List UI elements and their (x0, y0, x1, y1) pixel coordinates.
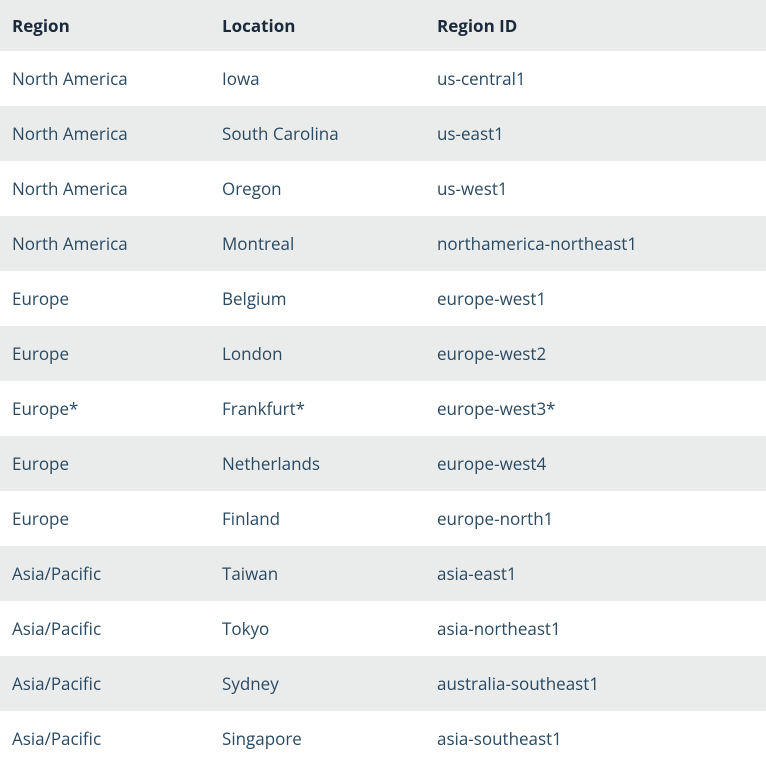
table-row: North AmericaMontrealnorthamerica-northe… (0, 216, 766, 271)
cell-location: Iowa (210, 51, 425, 106)
cell-regionid: us-east1 (425, 106, 766, 161)
cell-location: Montreal (210, 216, 425, 271)
cell-region: Europe* (0, 381, 210, 436)
table-row: EuropeNetherlandseurope-west4 (0, 436, 766, 491)
cell-regionid: europe-north1 (425, 491, 766, 546)
cell-location: Tokyo (210, 601, 425, 656)
table-row: Asia/PacificSydneyaustralia-southeast1 (0, 656, 766, 711)
cell-regionid: northamerica-northeast1 (425, 216, 766, 271)
cell-region: Europe (0, 491, 210, 546)
cell-region: North America (0, 106, 210, 161)
table-row: Europe*Frankfurt*europe-west3* (0, 381, 766, 436)
cell-region: Europe (0, 326, 210, 381)
table-row: North AmericaOregonus-west1 (0, 161, 766, 216)
table-header-row: Region Location Region ID (0, 0, 766, 51)
table-row: North AmericaSouth Carolinaus-east1 (0, 106, 766, 161)
cell-regionid: us-west1 (425, 161, 766, 216)
cell-location: Belgium (210, 271, 425, 326)
cell-region: Asia/Pacific (0, 546, 210, 601)
table-row: North AmericaIowaus-central1 (0, 51, 766, 106)
cell-region: Europe (0, 436, 210, 491)
cell-location: Netherlands (210, 436, 425, 491)
cell-region: North America (0, 216, 210, 271)
cell-regionid: asia-east1 (425, 546, 766, 601)
table-row: EuropeFinlandeurope-north1 (0, 491, 766, 546)
cell-location: London (210, 326, 425, 381)
cell-regionid: europe-west2 (425, 326, 766, 381)
cell-location: Finland (210, 491, 425, 546)
table-body: North AmericaIowaus-central1North Americ… (0, 51, 766, 766)
cell-regionid: asia-southeast1 (425, 711, 766, 766)
cell-region: North America (0, 51, 210, 106)
cell-region: Asia/Pacific (0, 711, 210, 766)
header-regionid: Region ID (425, 0, 766, 51)
cell-location: Oregon (210, 161, 425, 216)
cell-regionid: europe-west1 (425, 271, 766, 326)
regions-table: Region Location Region ID North AmericaI… (0, 0, 766, 766)
cell-regionid: asia-northeast1 (425, 601, 766, 656)
cell-region: Asia/Pacific (0, 656, 210, 711)
cell-location: Sydney (210, 656, 425, 711)
cell-location: South Carolina (210, 106, 425, 161)
header-region: Region (0, 0, 210, 51)
cell-region: Asia/Pacific (0, 601, 210, 656)
cell-location: Frankfurt* (210, 381, 425, 436)
cell-region: North America (0, 161, 210, 216)
cell-regionid: us-central1 (425, 51, 766, 106)
cell-regionid: europe-west3* (425, 381, 766, 436)
cell-regionid: europe-west4 (425, 436, 766, 491)
table-row: EuropeLondoneurope-west2 (0, 326, 766, 381)
table-row: Asia/PacificTokyoasia-northeast1 (0, 601, 766, 656)
cell-region: Europe (0, 271, 210, 326)
cell-location: Singapore (210, 711, 425, 766)
cell-regionid: australia-southeast1 (425, 656, 766, 711)
table-row: Asia/PacificTaiwanasia-east1 (0, 546, 766, 601)
cell-location: Taiwan (210, 546, 425, 601)
header-location: Location (210, 0, 425, 51)
table-row: EuropeBelgiumeurope-west1 (0, 271, 766, 326)
table-row: Asia/PacificSingaporeasia-southeast1 (0, 711, 766, 766)
